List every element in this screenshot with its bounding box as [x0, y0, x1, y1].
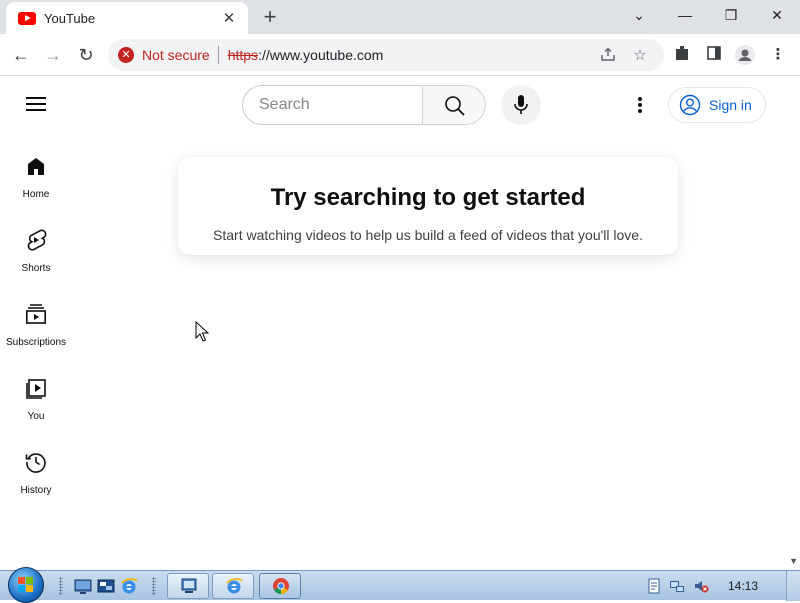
- side-panel-icon[interactable]: [704, 45, 724, 65]
- empty-feed-title: Try searching to get started: [270, 184, 586, 211]
- scroll-down-arrow-icon[interactable]: ▼: [789, 556, 798, 566]
- new-tab-button[interactable]: +: [258, 4, 282, 30]
- windows-flag-icon: [18, 577, 34, 593]
- home-icon: [28, 158, 44, 175]
- sidebar-item-label: Subscriptions: [5, 337, 67, 348]
- sidebar-item-label: Home: [22, 189, 50, 200]
- bookmark-star-icon[interactable]: ☆: [630, 46, 650, 66]
- history-icon: [25, 453, 46, 473]
- taskbar-app-internet-explorer[interactable]: [212, 573, 254, 599]
- sidebar-item-label: Shorts: [21, 263, 51, 274]
- sign-in-label: Sign in: [709, 97, 752, 113]
- tab-close-icon[interactable]: ✕: [220, 9, 238, 27]
- back-button[interactable]: ←: [8, 42, 34, 68]
- search-input[interactable]: Search: [242, 85, 423, 125]
- guide-menu-icon[interactable]: [26, 97, 46, 111]
- sidebar-item-label: You: [27, 411, 45, 422]
- browser-menu-icon[interactable]: ⋮: [768, 45, 788, 65]
- microphone-icon: [514, 95, 528, 114]
- tab-search-dropdown-button[interactable]: ⌄: [616, 0, 662, 30]
- share-icon[interactable]: [598, 46, 618, 66]
- network-icon[interactable]: [669, 578, 685, 594]
- account-icon: [679, 94, 701, 116]
- action-center-icon[interactable]: [646, 578, 662, 594]
- internet-explorer-icon[interactable]: [120, 577, 138, 595]
- taskbar-app-control-panel[interactable]: [167, 573, 209, 599]
- restore-button[interactable]: ❐: [708, 0, 754, 30]
- volume-muted-icon[interactable]: [693, 578, 709, 594]
- settings-menu-icon[interactable]: [630, 94, 650, 116]
- empty-feed-card: Try searching to get started Start watch…: [178, 157, 678, 255]
- sign-in-button[interactable]: Sign in: [668, 87, 766, 123]
- tab-title: YouTube: [44, 10, 96, 26]
- switch-windows-icon[interactable]: [97, 577, 115, 595]
- search-icon: [445, 96, 465, 116]
- start-button[interactable]: [8, 567, 44, 603]
- search-button[interactable]: [422, 85, 486, 125]
- sidebar-item-you[interactable]: You: [0, 376, 72, 422]
- profile-avatar-icon[interactable]: [735, 45, 755, 65]
- shorts-icon: [27, 229, 47, 251]
- subscriptions-icon: [25, 304, 46, 324]
- chrome-icon: [273, 578, 289, 594]
- sidebar-item-label: History: [20, 485, 52, 496]
- sidebar-item-shorts[interactable]: Shorts: [0, 228, 72, 274]
- taskbar-grip: [152, 577, 156, 595]
- address-bar[interactable]: ✕ Not secure https://www.youtube.com ☆: [108, 39, 664, 71]
- sidebar-item-home[interactable]: Home: [0, 154, 72, 200]
- windows-taskbar: 14:13: [0, 567, 800, 603]
- empty-feed-subtitle: Start watching videos to help us build a…: [213, 227, 643, 243]
- taskbar-app-chrome[interactable]: [259, 573, 301, 599]
- show-desktop-button[interactable]: [786, 571, 800, 601]
- mouse-pointer-icon: [195, 321, 209, 342]
- you-icon: [26, 379, 46, 399]
- close-window-button[interactable]: ✕: [754, 0, 800, 30]
- show-desktop-icon[interactable]: [74, 577, 92, 595]
- sidebar-item-subscriptions[interactable]: Subscriptions: [0, 302, 72, 348]
- voice-search-button[interactable]: [501, 85, 541, 125]
- taskbar-clock[interactable]: 14:13: [728, 579, 758, 593]
- extensions-icon[interactable]: [672, 45, 692, 65]
- url-text[interactable]: https://www.youtube.com: [228, 47, 384, 63]
- divider: [217, 46, 219, 64]
- url-host: ://www.youtube.com: [258, 47, 384, 63]
- youtube-favicon-icon: [18, 11, 36, 25]
- browser-toolbar: ← → ↻ ✕ Not secure https://www.youtube.c…: [0, 34, 800, 76]
- forward-button[interactable]: →: [40, 42, 66, 68]
- internet-explorer-icon: [226, 578, 243, 594]
- not-secure-icon: ✕: [118, 47, 134, 63]
- sidebar-item-history[interactable]: History: [0, 450, 72, 496]
- url-scheme: https: [227, 47, 259, 63]
- tab-youtube[interactable]: YouTube ✕: [6, 2, 248, 34]
- minimize-button[interactable]: —: [662, 0, 708, 30]
- browser-tab-strip: YouTube ✕ + ⌄ — ❐ ✕: [0, 0, 800, 34]
- control-panel-icon: [181, 578, 197, 593]
- youtube-page: Search Sign in Home Shorts Subscriptions…: [0, 77, 792, 567]
- reload-button[interactable]: ↻: [73, 42, 99, 68]
- taskbar-grip: [59, 577, 63, 595]
- security-status[interactable]: Not secure: [142, 47, 210, 63]
